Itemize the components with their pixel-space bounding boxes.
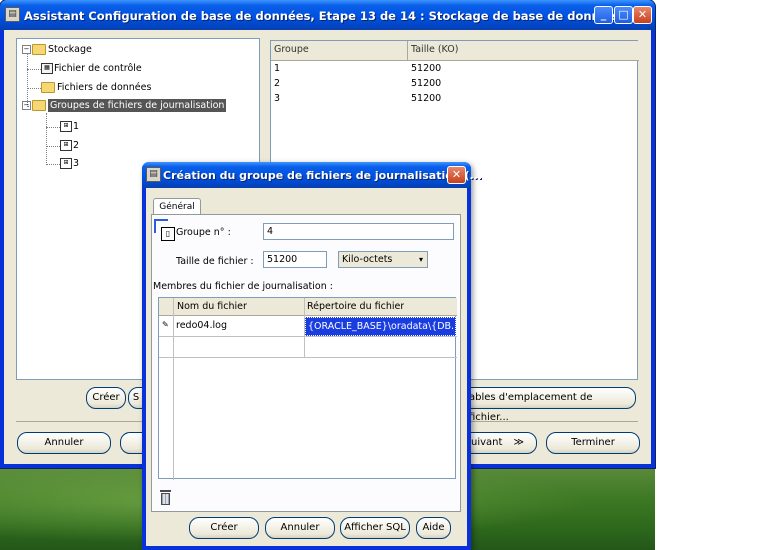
table-row[interactable]: ✎ redo04.log {ORACLE_BASE}\oradata\{DB..… bbox=[159, 317, 457, 336]
create-button[interactable]: Créer bbox=[86, 387, 126, 409]
file-location-variables-button[interactable]: ables d'emplacement de fichier... bbox=[462, 387, 636, 423]
dialog-app-icon: ▤ bbox=[146, 167, 161, 182]
tree-item-label: Fichier de contrôle bbox=[54, 63, 142, 74]
table-cell: 51200 bbox=[411, 63, 442, 74]
members-grid[interactable]: Nom du fichier Répertoire du fichier ✎ r… bbox=[158, 297, 457, 480]
table-cell: 2 bbox=[274, 78, 281, 89]
tree-item-label-selected: Groupes de fichiers de journalisation bbox=[48, 99, 227, 112]
tree-item-label: 2 bbox=[73, 140, 80, 151]
next-button[interactable]: uivant ≫ bbox=[462, 432, 537, 454]
members-label: Membres du fichier de journalisation : bbox=[153, 281, 333, 292]
grid-header: Nom du fichier Répertoire du fichier bbox=[159, 298, 457, 316]
table-cell: 51200 bbox=[411, 78, 442, 89]
group-number-label: Groupe n° : bbox=[176, 227, 231, 238]
table-row[interactable]: 3 51200 bbox=[271, 92, 639, 106]
tree-root-label: Stockage bbox=[48, 44, 92, 55]
collapse-icon[interactable]: − bbox=[22, 45, 31, 54]
table-cell: 51200 bbox=[411, 93, 442, 104]
size-unit-value: Kilo-octets bbox=[342, 254, 393, 265]
main-titlebar[interactable]: ▤ Assistant Configuration de base de don… bbox=[0, 0, 655, 30]
next-label: uivant bbox=[471, 437, 503, 448]
table-row[interactable]: 1 51200 bbox=[271, 62, 639, 76]
tree-item-group-1[interactable]: ⊞ 1 bbox=[60, 121, 79, 132]
folder-icon bbox=[41, 82, 55, 93]
tree-item-root[interactable]: − Stockage bbox=[22, 44, 92, 55]
collapse-icon[interactable]: − bbox=[22, 101, 31, 110]
dialog-close-button[interactable]: ✕ bbox=[447, 166, 466, 184]
log-group-icon: ⊞ bbox=[60, 121, 72, 132]
log-group-icon: ▯ bbox=[154, 219, 176, 241]
create-log-group-dialog: ▤ Création du groupe de fichiers de jour… bbox=[142, 162, 482, 550]
dialog-create-button[interactable]: Créer bbox=[189, 517, 259, 539]
dialog-title: Création du groupe de fichiers de journa… bbox=[163, 169, 483, 182]
size-unit-select[interactable]: Kilo-octets ▾ bbox=[338, 251, 428, 268]
row-marker-icon: ✎ bbox=[162, 320, 169, 329]
dialog-client-area: Général ▯ Groupe n° : 4 Taille de fichie… bbox=[146, 188, 467, 546]
column-header-size[interactable]: Taille (KO) bbox=[411, 44, 458, 55]
folder-icon bbox=[32, 100, 46, 111]
maximize-button[interactable]: □ bbox=[614, 6, 633, 24]
tab-general[interactable]: Général bbox=[153, 198, 201, 215]
dialog-titlebar[interactable]: ▤ Création du groupe de fichiers de jour… bbox=[142, 162, 482, 188]
table-row[interactable]: 2 51200 bbox=[271, 77, 639, 91]
tree-item-group-3[interactable]: ⊞ 3 bbox=[60, 158, 79, 169]
tree-item-label: 3 bbox=[73, 158, 80, 169]
main-window-title: Assistant Configuration de base de donné… bbox=[24, 9, 623, 23]
help-button[interactable] bbox=[120, 432, 144, 454]
file-icon: ▦ bbox=[41, 63, 53, 74]
general-tab-panel: ▯ Groupe n° : 4 Taille de fichier : 5120… bbox=[151, 214, 461, 512]
cancel-button[interactable]: Annuler bbox=[17, 432, 111, 454]
column-header-file-name[interactable]: Nom du fichier bbox=[177, 301, 247, 312]
folder-icon bbox=[32, 44, 46, 55]
column-header-file-directory[interactable]: Répertoire du fichier bbox=[307, 301, 404, 312]
tree-item-log-groups[interactable]: − Groupes de fichiers de journalisation bbox=[22, 99, 227, 112]
app-icon: ▤ bbox=[5, 7, 20, 22]
log-group-icon: ⊞ bbox=[60, 158, 72, 169]
show-sql-button[interactable]: Afficher SQL bbox=[340, 517, 410, 539]
close-button[interactable]: ✕ bbox=[633, 6, 652, 24]
table-row-empty[interactable] bbox=[159, 337, 457, 357]
tree-item-group-2[interactable]: ⊞ 2 bbox=[60, 140, 79, 151]
tree-item-data-files[interactable]: Fichiers de données bbox=[41, 82, 151, 93]
column-header-group[interactable]: Groupe bbox=[274, 44, 309, 55]
next-arrow-icon: ≫ bbox=[513, 437, 524, 448]
finish-button[interactable]: Terminer bbox=[546, 432, 640, 454]
dropdown-arrow-icon: ▾ bbox=[418, 255, 423, 264]
table-header: Groupe Taille (KO) bbox=[271, 41, 639, 61]
file-directory-cell[interactable]: {ORACLE_BASE}\oradata\{DB... bbox=[305, 317, 456, 336]
file-size-input[interactable]: 51200 bbox=[263, 251, 327, 268]
tree-item-label: 1 bbox=[73, 121, 80, 132]
dialog-help-button[interactable]: Aide bbox=[416, 517, 451, 539]
minimize-button[interactable]: _ bbox=[594, 6, 613, 24]
group-number-input[interactable]: 4 bbox=[263, 223, 454, 240]
tree-item-control-file[interactable]: ▦ Fichier de contrôle bbox=[41, 63, 142, 74]
tree-item-label: Fichiers de données bbox=[57, 82, 152, 93]
dialog-cancel-button[interactable]: Annuler bbox=[265, 517, 335, 539]
table-cell: 3 bbox=[274, 93, 281, 104]
log-group-icon: ⊞ bbox=[60, 140, 72, 151]
table-cell: 1 bbox=[274, 63, 281, 74]
trash-icon[interactable] bbox=[159, 490, 173, 506]
file-size-label: Taille de fichier : bbox=[176, 256, 254, 267]
file-name-cell[interactable]: redo04.log bbox=[176, 320, 227, 331]
